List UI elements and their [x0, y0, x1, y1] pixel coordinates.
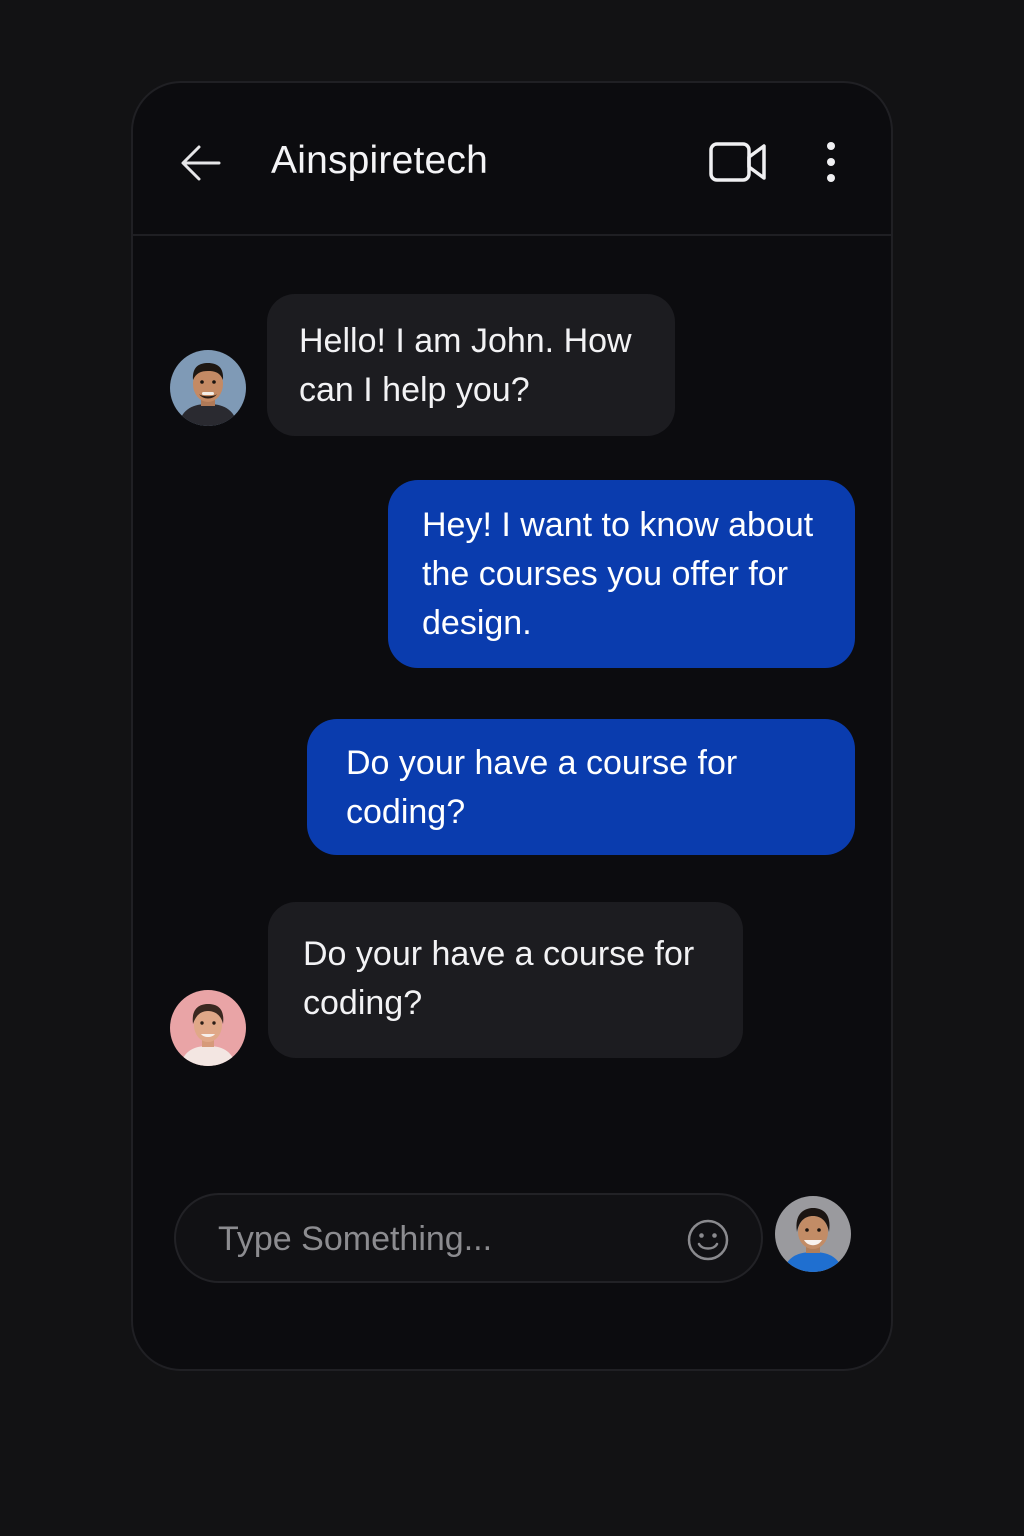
message-text: Do your have a course for coding? [346, 744, 738, 831]
video-camera-icon [709, 142, 766, 182]
message-bubble-outgoing: Hey! I want to know about the courses yo… [388, 480, 855, 668]
avatar-agent[interactable] [170, 990, 246, 1066]
avatar-user[interactable] [775, 1196, 851, 1272]
back-button[interactable] [173, 137, 229, 189]
message-bubble-incoming: Do your have a course for coding? [268, 902, 743, 1058]
chat-window: Ainspiretech Hello! I am John. How can I… [131, 81, 893, 1371]
arrow-left-icon [181, 145, 221, 181]
emoji-button[interactable] [686, 1218, 730, 1262]
more-options-button[interactable] [813, 135, 849, 189]
message-bubble-outgoing: Do your have a course for coding? [307, 719, 855, 855]
video-call-button[interactable] [707, 138, 769, 186]
message-text: Hey! I want to know about the courses yo… [422, 506, 814, 642]
avatar-john[interactable] [170, 350, 246, 426]
message-text: Hello! I am John. How can I help you? [299, 322, 632, 409]
chat-header: Ainspiretech [133, 83, 891, 236]
message-input[interactable] [216, 1213, 680, 1265]
message-composer [174, 1193, 763, 1283]
smiley-icon [687, 1219, 729, 1261]
chat-title: Ainspiretech [271, 139, 489, 182]
more-vertical-icon [827, 142, 835, 182]
message-bubble-incoming: Hello! I am John. How can I help you? [267, 294, 675, 436]
message-text: Do your have a course for coding? [303, 935, 695, 1022]
